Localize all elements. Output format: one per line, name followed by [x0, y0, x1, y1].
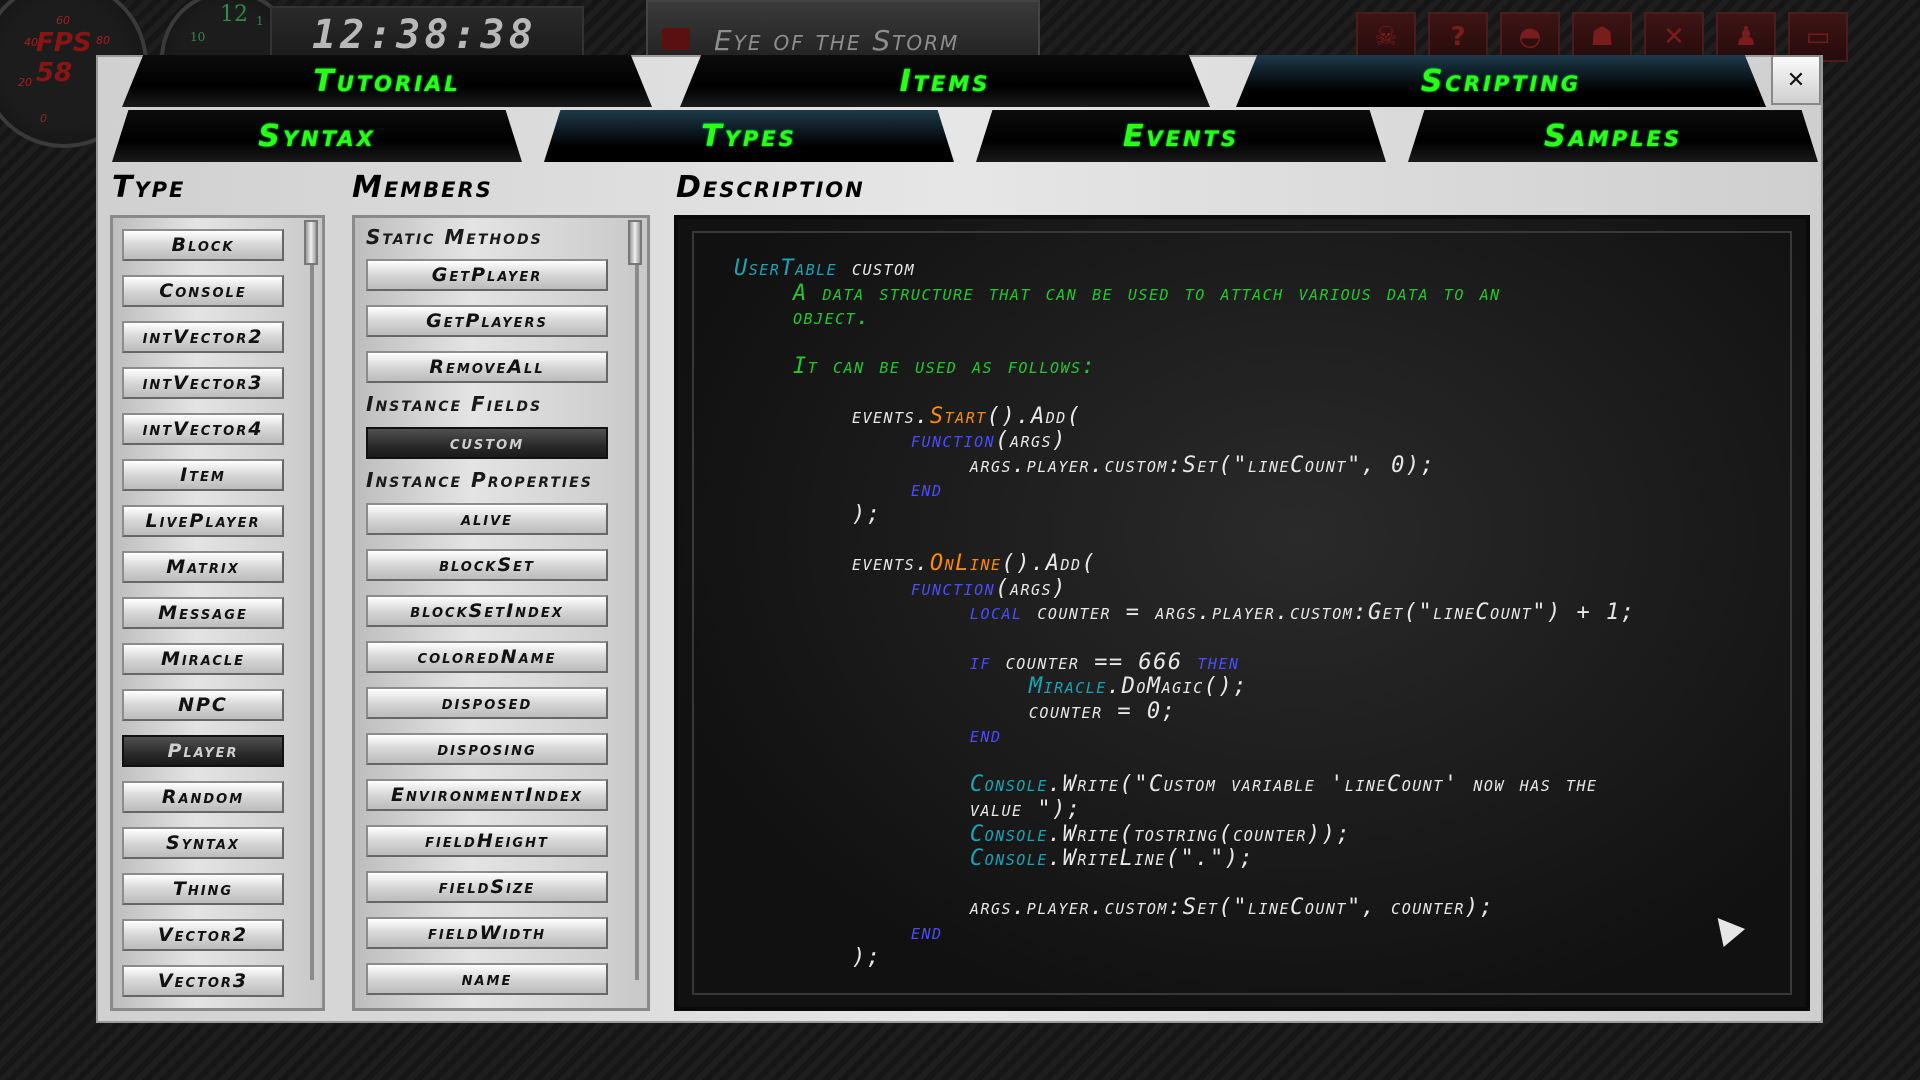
type-item-vector3[interactable]: Vector3	[122, 965, 284, 997]
code-line: Console.Write(tostring(counter));	[969, 821, 1352, 847]
members-header: Members	[352, 170, 493, 205]
type-item-intvector3[interactable]: intVector3	[122, 367, 284, 399]
type-item-vector2[interactable]: Vector2	[122, 919, 284, 951]
code-line: args.player.custom:Set("lineCount", coun…	[969, 895, 1495, 921]
fps-value: 58	[36, 58, 73, 88]
member-item-name[interactable]: name	[366, 963, 608, 995]
clock-tick: 1	[256, 14, 264, 28]
member-item-environmentindex[interactable]: EnvironmentIndex	[366, 779, 608, 811]
description-header: Description	[676, 170, 865, 205]
fps-tick: 80	[96, 34, 110, 47]
code-line: Console.WriteLine(".");	[969, 846, 1255, 872]
member-item-fieldheight[interactable]: fieldHeight	[366, 825, 608, 857]
code-line: value ");	[969, 797, 1082, 823]
usage-line: It can be used as follows:	[792, 354, 1097, 380]
type-scroll-track[interactable]	[310, 260, 314, 980]
instance-properties-label: Instance Properties	[366, 468, 593, 492]
member-item-fieldsize[interactable]: fieldSize	[366, 871, 608, 903]
tab-tutorial[interactable]: Tutorial	[122, 55, 652, 107]
code-line: end	[910, 477, 943, 503]
type-item-matrix[interactable]: Matrix	[122, 551, 284, 583]
type-header: Type	[112, 170, 186, 205]
tab-items[interactable]: Items	[680, 55, 1210, 107]
tab-label: Items	[899, 63, 991, 99]
code-line: local counter = args.player.custom:Get("…	[969, 600, 1636, 626]
type-scrollbar[interactable]	[304, 220, 318, 265]
type-item-npc[interactable]: NPC	[122, 689, 284, 721]
type-item-miracle[interactable]: Miracle	[122, 643, 284, 675]
code-line: counter = 0;	[1028, 698, 1177, 724]
fps-tick: 0	[40, 112, 47, 125]
fps-tick: 60	[56, 14, 70, 27]
member-item-disposed[interactable]: disposed	[366, 687, 608, 719]
type-item-liveplayer[interactable]: LivePlayer	[122, 505, 284, 537]
member-item-getplayers[interactable]: GetPlayers	[366, 305, 608, 337]
code-line: events.OnLine().Add(	[851, 551, 1097, 577]
tab-label: Tutorial	[313, 63, 461, 99]
close-button[interactable]: ✕	[1771, 55, 1821, 105]
game-clock: 12:38:38	[270, 6, 584, 62]
member-item-removeall[interactable]: RemoveAll	[366, 351, 608, 383]
fps-readout: FPS 58	[36, 28, 92, 88]
tab-types[interactable]: Types	[544, 110, 954, 162]
code-line: function(args)	[910, 428, 1067, 454]
static-methods-label: Static Methods	[366, 225, 543, 249]
tab-label: Syntax	[258, 118, 376, 154]
member-item-disposing[interactable]: disposing	[366, 733, 608, 765]
code-line: Miracle.DoMagic();	[1028, 674, 1248, 700]
member-name: custom	[851, 256, 916, 281]
tab-syntax[interactable]: Syntax	[112, 110, 522, 162]
member-item-alive[interactable]: alive	[366, 503, 608, 535]
clock-time: 12:38:38	[312, 12, 537, 58]
type-item-syntax[interactable]: Syntax	[122, 827, 284, 859]
type-item-player[interactable]: Player	[122, 735, 284, 767]
type-item-block[interactable]: Block	[122, 229, 284, 261]
member-item-fieldwidth[interactable]: fieldWidth	[366, 917, 608, 949]
close-icon: ✕	[1786, 67, 1806, 93]
members-scrollbar[interactable]	[628, 220, 642, 265]
code-view: UserTable custom A data structure that c…	[734, 256, 1636, 970]
type-item-message[interactable]: Message	[122, 597, 284, 629]
type-item-random[interactable]: Random	[122, 781, 284, 813]
member-item-blocksetindex[interactable]: blockSetIndex	[366, 595, 608, 627]
tab-label: Scripting	[1420, 63, 1582, 99]
member-item-getplayer[interactable]: GetPlayer	[366, 259, 608, 291]
tab-label: Events	[1122, 118, 1240, 154]
summary-line: A data structure that can be used to att…	[792, 280, 1501, 306]
tab-scripting[interactable]: Scripting	[1236, 55, 1766, 107]
menu-icon[interactable]	[662, 28, 690, 50]
clock-tick: 10	[190, 30, 206, 44]
code-line: events.Start().Add(	[851, 403, 1082, 429]
type-name: UserTable	[734, 256, 838, 281]
code-line: function(args)	[910, 575, 1067, 601]
tab-samples[interactable]: Samples	[1408, 110, 1818, 162]
member-item-coloredname[interactable]: coloredName	[366, 641, 608, 673]
member-item-blockset[interactable]: blockSet	[366, 549, 608, 581]
description-panel: UserTable custom A data structure that c…	[674, 215, 1810, 1011]
code-line: if counter == 666 then	[969, 649, 1240, 675]
clock-gauge-value: 12	[220, 2, 248, 27]
tab-label: Samples	[1544, 118, 1682, 154]
map-title-bar: Eye of the Storm	[646, 0, 1040, 62]
code-line: Console.Write("Custom variable 'lineCoun…	[969, 772, 1598, 798]
code-line: );	[851, 501, 882, 527]
map-title: Eye of the Storm	[714, 24, 960, 57]
code-line: );	[851, 944, 882, 970]
fps-label: FPS	[36, 28, 92, 58]
code-line: end	[969, 723, 1002, 749]
code-line: args.player.custom:Set("lineCount", 0);	[969, 452, 1436, 478]
fps-tick: 20	[18, 76, 32, 89]
tab-events[interactable]: Events	[976, 110, 1386, 162]
instance-fields-label: Instance Fields	[366, 392, 543, 416]
type-item-intvector2[interactable]: intVector2	[122, 321, 284, 353]
code-line: end	[910, 920, 943, 946]
tab-label: Types	[701, 118, 797, 154]
type-item-thing[interactable]: Thing	[122, 873, 284, 905]
member-item-custom[interactable]: custom	[366, 427, 608, 459]
type-item-intvector4[interactable]: intVector4	[122, 413, 284, 445]
type-item-console[interactable]: Console	[122, 275, 284, 307]
members-scroll-track[interactable]	[635, 260, 639, 980]
type-item-item[interactable]: Item	[122, 459, 284, 491]
summary-line: object.	[792, 305, 871, 331]
